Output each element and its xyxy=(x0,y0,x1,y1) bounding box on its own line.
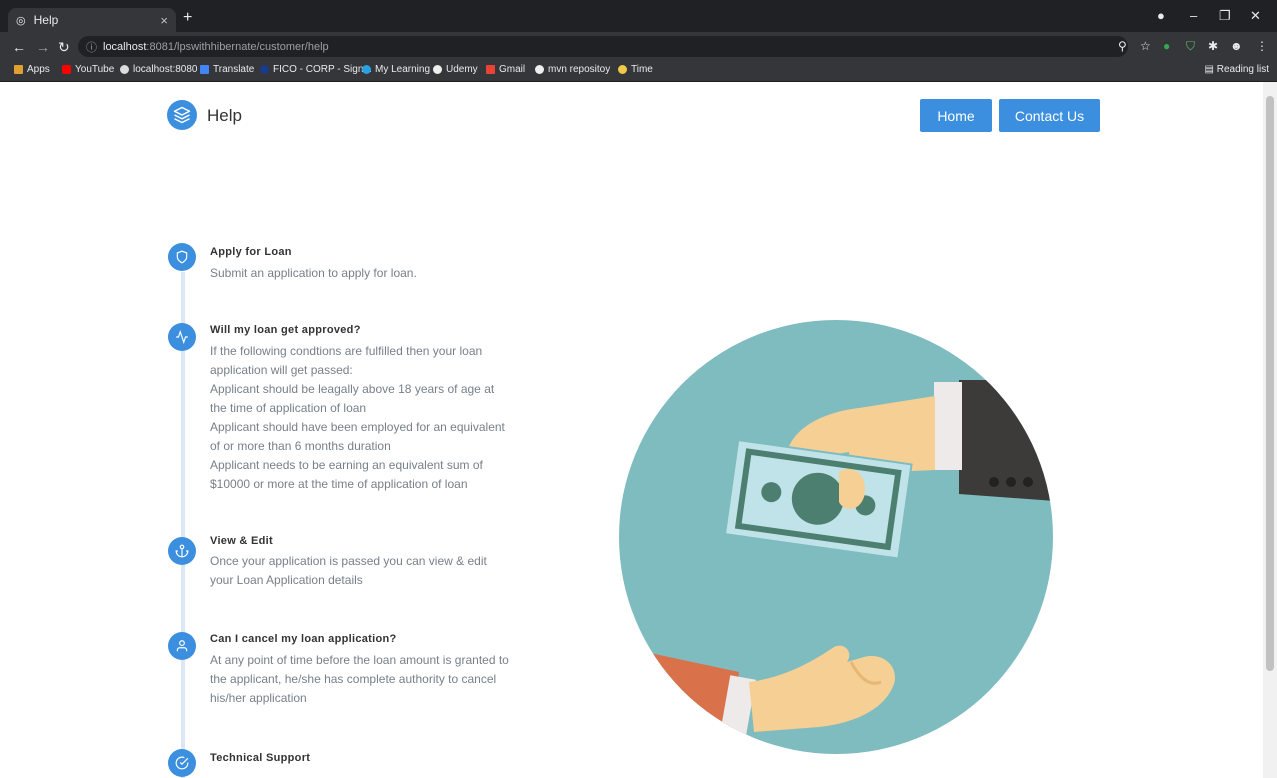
shield-extension-icon[interactable]: ⛉ xyxy=(1186,39,1195,54)
zoom-icon[interactable]: ⚲ xyxy=(1118,39,1127,53)
bookmark-fico[interactable]: FICO - CORP - Sign... xyxy=(260,64,372,75)
google-icon xyxy=(535,65,544,74)
browser-tab[interactable]: ◎ Help × xyxy=(8,8,176,32)
url-path: :8081/lpswithhibernate/customer/help xyxy=(146,40,329,53)
new-tab-button[interactable]: + xyxy=(183,9,192,27)
bookmark-translate[interactable]: Translate xyxy=(200,64,254,75)
bookmark-apps[interactable]: Apps xyxy=(14,64,50,75)
profile-icon[interactable]: ● xyxy=(1157,8,1165,23)
minimize-icon[interactable]: – xyxy=(1190,8,1197,23)
money-handover-illustration xyxy=(619,320,1053,754)
bookmark-localhost[interactable]: localhost:8080 xyxy=(120,64,198,75)
reading-list-icon: ▤ xyxy=(1204,64,1217,75)
contact-us-button[interactable]: Contact Us xyxy=(999,99,1100,132)
timeline-body: At any point of time before the loan amo… xyxy=(210,653,509,705)
url-host: localhost xyxy=(103,40,147,53)
udemy-icon xyxy=(433,65,442,74)
info-icon: ⓘ xyxy=(86,41,97,54)
bookmark-youtube[interactable]: YouTube xyxy=(62,64,114,75)
bookmark-my-learning[interactable]: My Learning xyxy=(362,64,430,75)
bookmarks-bar: Apps YouTube localhost:8080 Translate FI… xyxy=(0,60,1277,82)
bookmark-time[interactable]: Time xyxy=(618,64,653,75)
check-circle-icon xyxy=(168,749,196,777)
user-icon xyxy=(168,632,196,660)
timeline-body: Submit an application to apply for loan. xyxy=(210,266,417,280)
timeline-title: Will my loan get approved? xyxy=(210,324,361,336)
back-icon[interactable]: ← xyxy=(12,39,26,55)
globe-icon: ◎ xyxy=(16,14,26,27)
timeline-body: Once your application is passed you can … xyxy=(210,554,487,587)
shield-icon xyxy=(168,243,196,271)
anchor-icon xyxy=(168,537,196,565)
timeline-title: Can I cancel my loan application? xyxy=(210,633,397,645)
address-bar-row: ← → ↻ ⓘ localhost:8081/lpswithhibernate/… xyxy=(0,32,1277,60)
translate-icon xyxy=(200,65,209,74)
learning-icon xyxy=(362,65,371,74)
dark-sleeve xyxy=(959,380,1053,502)
gmail-icon xyxy=(486,65,495,74)
globe-icon xyxy=(120,65,129,74)
page: Help Home Contact Us Apply for Loan Subm… xyxy=(0,82,1263,778)
forward-icon[interactable]: → xyxy=(36,39,50,55)
timeline-title: View & Edit xyxy=(210,535,273,547)
close-tab-icon[interactable]: × xyxy=(160,13,168,28)
tab-title: Help xyxy=(33,13,59,27)
page-title: Help xyxy=(207,106,242,125)
close-window-icon[interactable]: ✕ xyxy=(1250,8,1261,24)
fico-icon xyxy=(260,65,269,74)
apps-icon xyxy=(14,65,23,74)
reload-icon[interactable]: ↻ xyxy=(58,39,70,56)
timeline-title: Technical Support xyxy=(210,752,311,764)
grammarly-extension-icon[interactable]: ● xyxy=(1163,39,1170,53)
youtube-icon xyxy=(62,65,71,74)
time-icon xyxy=(618,65,627,74)
bookmark-gmail[interactable]: Gmail xyxy=(486,64,525,75)
bookmark-mvn[interactable]: mvn repositoy xyxy=(535,64,610,75)
activity-icon xyxy=(168,323,196,351)
timeline-body: If the following condtions are fulfilled… xyxy=(210,344,505,491)
extensions-icon[interactable]: ✱ xyxy=(1208,39,1218,53)
url-input[interactable]: ⓘ localhost:8081/lpswithhibernate/custom… xyxy=(78,36,1128,57)
white-cuff xyxy=(934,382,962,470)
bookmark-udemy[interactable]: Udemy xyxy=(433,64,478,75)
star-icon[interactable]: ☆ xyxy=(1140,39,1151,53)
browser-tab-bar: ◎ Help × + ● – ❐ ✕ xyxy=(0,0,1277,32)
layers-logo-icon xyxy=(167,100,197,130)
reading-list-button[interactable]: ▤ Reading list xyxy=(1205,64,1270,75)
home-button[interactable]: Home xyxy=(920,99,992,132)
avatar-icon[interactable]: ☻ xyxy=(1230,39,1243,53)
restore-icon[interactable]: ❐ xyxy=(1219,8,1231,24)
scrollbar-thumb[interactable] xyxy=(1266,96,1274,671)
menu-icon[interactable]: ⋮ xyxy=(1256,39,1268,53)
timeline-title: Apply for Loan xyxy=(210,246,292,258)
